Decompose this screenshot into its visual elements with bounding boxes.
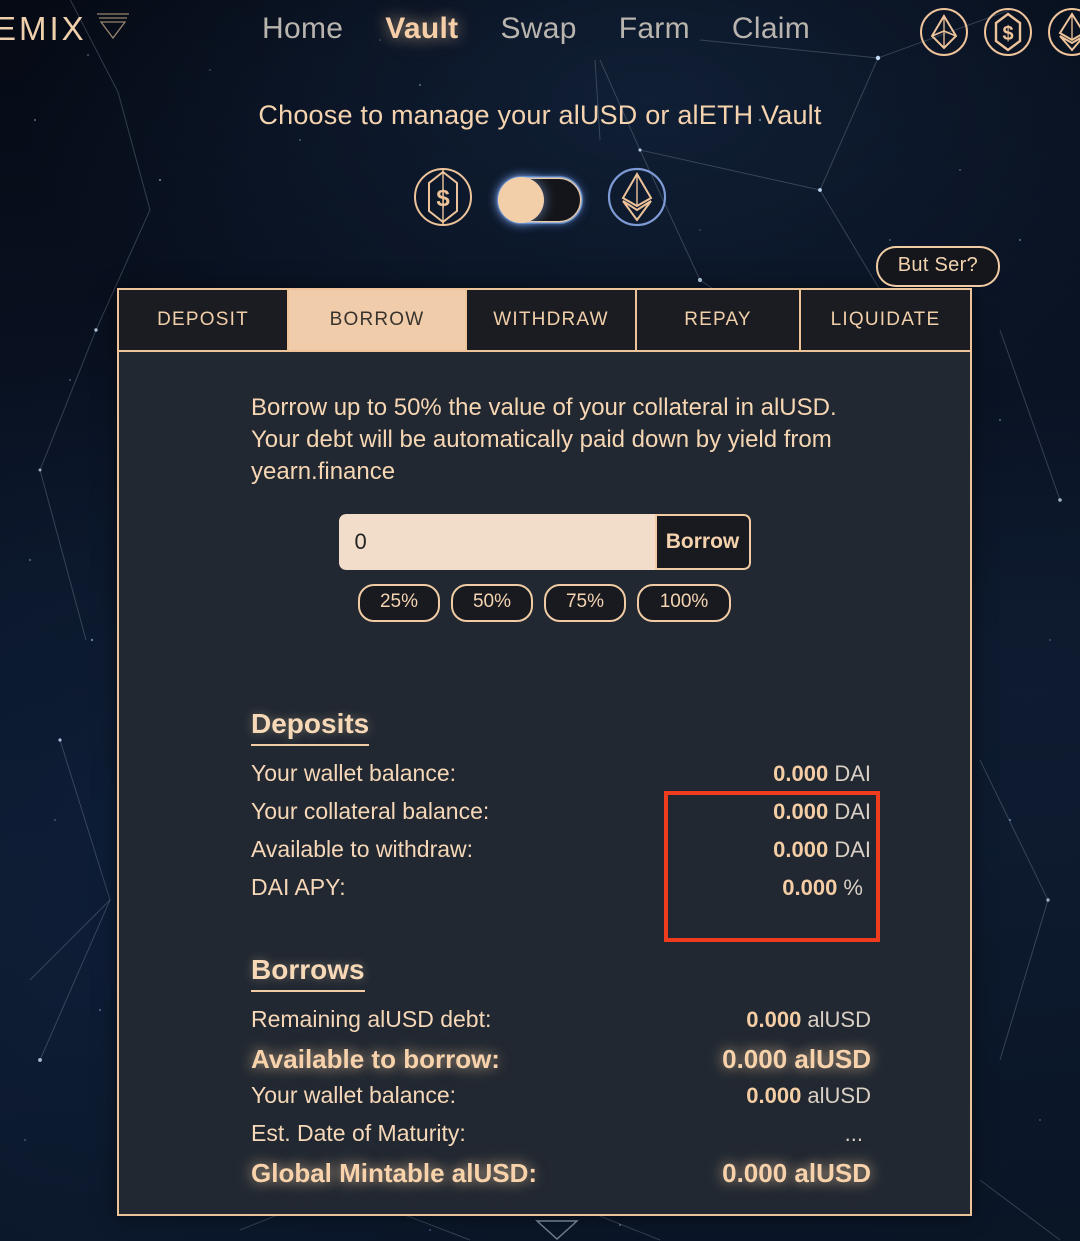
row-label: Remaining alUSD debt: (251, 1005, 492, 1032)
borrows-row-available-to-borrow: Available to borrow: 0.000 alUSD (251, 1044, 871, 1082)
borrows-row-maturity-date: Est. Date of Maturity: ... (251, 1120, 871, 1158)
vault-type-toggle-row: $ (0, 166, 1080, 233)
but-ser-button[interactable]: But Ser? (875, 246, 1000, 287)
row-value: 0.000 alUSD (746, 1006, 871, 1032)
deposits-section: Deposits Your wallet balance: 0.000 DAI … (251, 708, 871, 912)
aleth-token-icon[interactable] (1046, 6, 1080, 63)
row-value: 0.000 % (782, 874, 863, 900)
percent-button-75[interactable]: 75% (544, 583, 626, 622)
deposits-row-available-withdraw: Available to withdraw: 0.000 DAI (251, 836, 871, 874)
borrow-input-row: Borrow (338, 513, 751, 570)
alusd-token-icon[interactable]: $ (982, 6, 1034, 63)
bottom-triangle-ornament (534, 1218, 580, 1241)
deposits-row-dai-apy: DAI APY: 0.000 % (251, 874, 871, 912)
borrow-amount-input[interactable] (338, 513, 655, 570)
tab-deposit[interactable]: DEPOSIT (119, 290, 289, 350)
row-value: 0.000 DAI (773, 836, 871, 862)
row-label: Your wallet balance: (251, 759, 457, 786)
brand-logo-text: EMIX (0, 9, 87, 47)
tab-borrow[interactable]: BORROW (289, 290, 467, 350)
alchemix-triangle-icon (93, 8, 133, 49)
deposits-row-collateral-balance: Your collateral balance: 0.000 DAI (251, 798, 871, 836)
borrows-section: Borrows Remaining alUSD debt: 0.000 alUS… (251, 954, 871, 1196)
top-navigation-bar: EMIX Home Vault Swap Farm Claim $ (0, 0, 1080, 64)
nav-link-swap[interactable]: Swap (500, 12, 576, 46)
vault-card-body: Borrow up to 50% the value of your colla… (119, 352, 970, 1214)
alusd-vault-icon[interactable]: $ (412, 166, 474, 233)
alcx-token-icon[interactable] (918, 6, 970, 63)
deposits-rows: Your wallet balance: 0.000 DAI Your coll… (251, 760, 871, 912)
svg-text:$: $ (436, 185, 450, 212)
vault-toggle-knob[interactable] (498, 176, 544, 223)
deposits-row-wallet-balance: Your wallet balance: 0.000 DAI (251, 760, 871, 798)
row-label: Est. Date of Maturity: (251, 1119, 466, 1146)
row-label: Your collateral balance: (251, 797, 490, 824)
vault-tab-bar: DEPOSIT BORROW WITHDRAW REPAY LIQUIDATE (119, 288, 970, 350)
row-value: 0.000 alUSD (722, 1157, 871, 1188)
borrow-submit-button[interactable]: Borrow (654, 513, 751, 570)
svg-text:$: $ (1002, 23, 1013, 45)
row-label: Available to borrow: (251, 1043, 500, 1074)
row-value: 0.000 DAI (773, 760, 871, 786)
vault-toggle-switch[interactable] (497, 175, 583, 224)
nav-links: Home Vault Swap Farm Claim (262, 12, 810, 46)
nav-link-vault[interactable]: Vault (385, 12, 458, 46)
row-value: 0.000 DAI (773, 798, 871, 824)
row-value: 0.000 alUSD (746, 1082, 871, 1108)
row-label: Global Mintable alUSD: (251, 1157, 538, 1188)
borrows-row-global-mintable: Global Mintable alUSD: 0.000 alUSD (251, 1158, 871, 1196)
deposits-section-title: Deposits (251, 708, 370, 746)
percent-button-100[interactable]: 100% (637, 583, 731, 622)
borrows-section-title: Borrows (251, 954, 365, 992)
percent-shortcut-buttons: 25% 50% 75% 100% (339, 583, 751, 622)
tab-withdraw[interactable]: WITHDRAW (467, 290, 637, 350)
nav-link-claim[interactable]: Claim (732, 12, 810, 46)
row-label: DAI APY: (251, 873, 346, 900)
percent-button-25[interactable]: 25% (358, 583, 440, 622)
nav-link-home[interactable]: Home (262, 12, 343, 46)
brand-logo[interactable]: EMIX (0, 8, 133, 49)
row-label: Available to withdraw: (251, 835, 474, 862)
row-label: Your wallet balance: (251, 1081, 457, 1108)
aleth-vault-icon[interactable] (606, 166, 668, 233)
row-value: 0.000 alUSD (722, 1043, 871, 1074)
tab-repay[interactable]: REPAY (637, 290, 801, 350)
row-value: ... (844, 1120, 863, 1146)
page-subtitle: Choose to manage your alUSD or alETH Vau… (258, 100, 822, 130)
vault-card: DEPOSIT BORROW WITHDRAW REPAY LIQUIDATE … (117, 288, 972, 1216)
borrows-rows: Remaining alUSD debt: 0.000 alUSD Availa… (251, 1006, 871, 1196)
borrow-description: Borrow up to 50% the value of your colla… (251, 394, 837, 485)
percent-button-50[interactable]: 50% (451, 583, 533, 622)
borrows-row-remaining-debt: Remaining alUSD debt: 0.000 alUSD (251, 1006, 871, 1044)
nav-token-icons: $ (918, 6, 1080, 63)
borrows-row-wallet-balance: Your wallet balance: 0.000 alUSD (251, 1082, 871, 1120)
tab-liquidate[interactable]: LIQUIDATE (801, 290, 970, 350)
nav-link-farm[interactable]: Farm (619, 12, 690, 46)
